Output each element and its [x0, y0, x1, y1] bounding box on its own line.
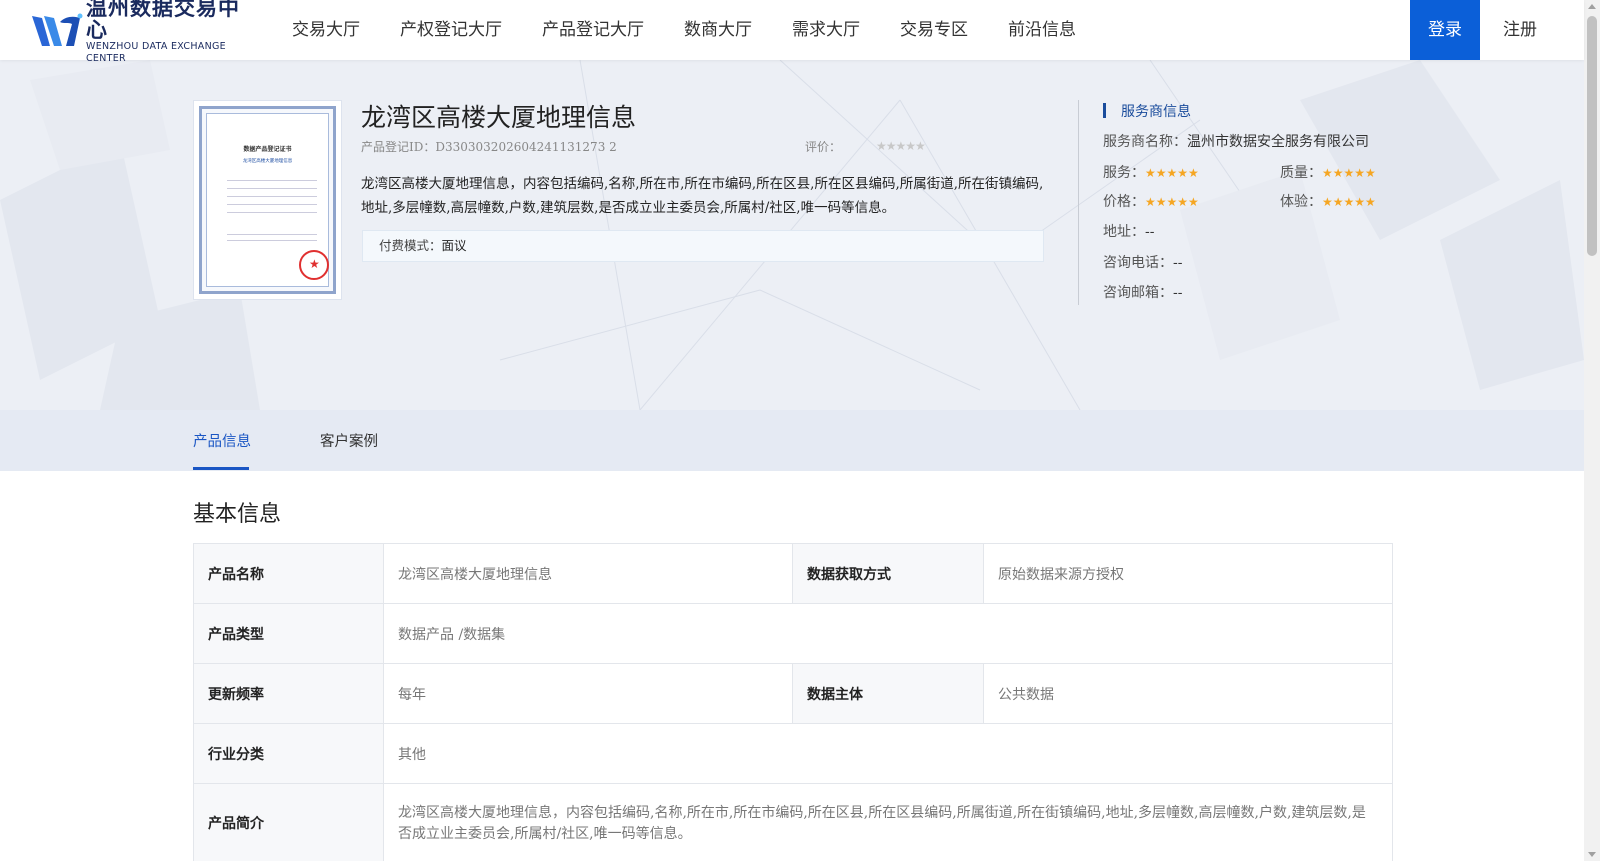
table-row: 产品简介 龙湾区高楼大厦地理信息，内容包括编码,名称,所在市,所在市编码,所在区… — [193, 783, 1393, 861]
value-industry: 其他 — [383, 723, 1393, 784]
product-description: 龙湾区高楼大厦地理信息，内容包括编码,名称,所在市,所在市编码,所在区县,所在区… — [361, 176, 1044, 216]
nav-property-registration-hall[interactable]: 产权登记大厅 — [380, 0, 522, 60]
nav-data-merchant-hall[interactable]: 数商大厅 — [664, 0, 772, 60]
top-header: 温州数据交易中心 WENZHOU DATA EXCHANGE CENTER 交易… — [0, 0, 1584, 64]
product-registration-id: 产品登记ID：D330303202604241131273 2 — [361, 140, 617, 154]
label-update-frequency: 更新频率 — [193, 663, 384, 724]
logo-english-name: WENZHOU DATA EXCHANGE CENTER — [86, 41, 226, 64]
nav-trading-zone[interactable]: 交易专区 — [880, 0, 988, 60]
quality-stars-icon: ★★★★★ — [1322, 166, 1376, 180]
table-row: 产品类型 数据产品 /数据集 — [193, 603, 1393, 664]
value-data-acquisition: 原始数据来源方授权 — [983, 543, 1393, 604]
certificate-seal-icon — [299, 250, 329, 280]
provider-price-rating: 价格：★★★★★ — [1103, 194, 1199, 210]
provider-phone: 咨询电话：-- — [1103, 255, 1183, 271]
basic-info-table: 产品名称 龙湾区高楼大厦地理信息 数据获取方式 原始数据来源方授权 产品类型 数… — [193, 543, 1393, 861]
scroll-thumb[interactable] — [1587, 16, 1597, 256]
nav-demand-hall[interactable]: 需求大厅 — [772, 0, 880, 60]
logo-chinese-name: 温州数据交易中心 — [86, 0, 240, 42]
page-scrollbar[interactable] — [1584, 0, 1600, 861]
nav-product-registration-hall[interactable]: 产品登记大厅 — [522, 0, 664, 60]
experience-stars-icon: ★★★★★ — [1322, 195, 1376, 209]
table-row: 行业分类 其他 — [193, 723, 1393, 784]
provider-name: 服务商名称：温州市数据安全服务有限公司 — [1103, 134, 1369, 150]
value-data-subject: 公共数据 — [983, 663, 1393, 724]
certificate-subtitle: 龙湾区高楼大厦地理信息 — [242, 159, 293, 164]
scroll-up-arrow-icon[interactable] — [1588, 4, 1596, 9]
provider-service-rating: 服务：★★★★★ — [1103, 165, 1199, 181]
main-nav: 交易大厅 产权登记大厅 产品登记大厅 数商大厅 需求大厅 交易专区 前沿信息 — [272, 0, 1096, 60]
certificate-title: 数据产品登记证书 — [243, 146, 292, 153]
table-row: 更新频率 每年 数据主体 公共数据 — [193, 663, 1393, 724]
certificate-image[interactable]: 数据产品登记证书 龙湾区高楼大厦地理信息 — [193, 100, 342, 300]
tab-customer-cases[interactable]: 客户案例 — [320, 430, 378, 451]
vertical-divider — [1078, 100, 1079, 305]
value-product-type: 数据产品 /数据集 — [383, 603, 1393, 664]
value-update-frequency: 每年 — [383, 663, 793, 724]
scroll-down-arrow-icon[interactable] — [1588, 852, 1596, 857]
label-product-intro: 产品简介 — [193, 783, 384, 861]
label-product-name: 产品名称 — [193, 543, 384, 604]
nav-frontier-info[interactable]: 前沿信息 — [988, 0, 1096, 60]
price-stars-icon: ★★★★★ — [1145, 195, 1199, 209]
provider-experience-rating: 体验：★★★★★ — [1280, 194, 1376, 210]
rating-label: 评价： — [805, 140, 842, 154]
login-button[interactable]: 登录 — [1410, 0, 1480, 60]
active-tab-indicator — [193, 467, 249, 470]
label-product-type: 产品类型 — [193, 603, 384, 664]
detail-tabs: 产品信息 客户案例 — [0, 410, 1584, 471]
payment-mode: 付费模式：面议 — [362, 230, 1044, 262]
provider-address: 地址：-- — [1103, 224, 1155, 240]
label-industry: 行业分类 — [193, 723, 384, 784]
service-stars-icon: ★★★★★ — [1145, 166, 1199, 180]
provider-section-title: 服务商信息 — [1103, 101, 1191, 121]
label-data-acquisition: 数据获取方式 — [792, 543, 984, 604]
site-logo[interactable]: 温州数据交易中心 WENZHOU DATA EXCHANGE CENTER — [30, 0, 255, 64]
logo-mark-icon — [30, 12, 86, 50]
nav-trading-hall[interactable]: 交易大厅 — [272, 0, 380, 60]
basic-info-title: 基本信息 — [193, 502, 282, 527]
value-product-name: 龙湾区高楼大厦地理信息 — [383, 543, 793, 604]
provider-email: 咨询邮箱：-- — [1103, 285, 1183, 301]
label-data-subject: 数据主体 — [792, 663, 984, 724]
table-row: 产品名称 龙湾区高楼大厦地理信息 数据获取方式 原始数据来源方授权 — [193, 543, 1393, 604]
product-title: 龙湾区高楼大厦地理信息 — [361, 103, 637, 132]
provider-quality-rating: 质量：★★★★★ — [1280, 165, 1376, 181]
register-button[interactable]: 注册 — [1484, 0, 1556, 60]
rating-stars-icon: ★★★★★ — [876, 139, 926, 153]
tab-product-info[interactable]: 产品信息 — [193, 430, 251, 451]
value-product-intro: 龙湾区高楼大厦地理信息，内容包括编码,名称,所在市,所在市编码,所在区县,所在区… — [383, 783, 1393, 861]
